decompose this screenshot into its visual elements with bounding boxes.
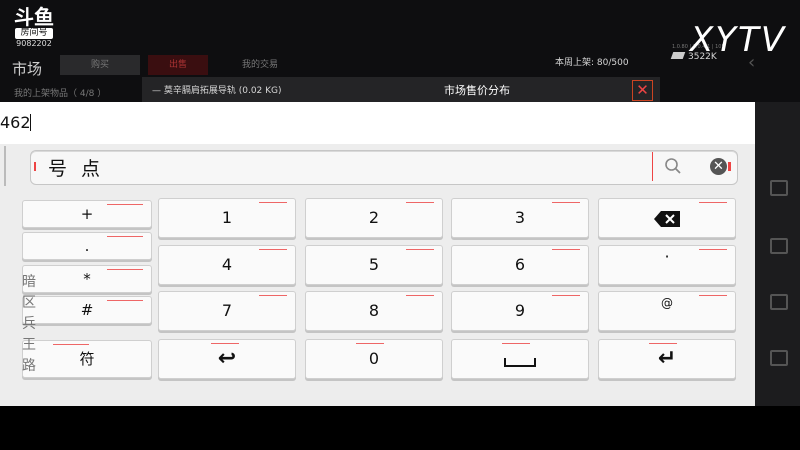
candidate-divider (652, 152, 653, 181)
backspace-icon (654, 210, 680, 227)
silver-icon (670, 52, 686, 59)
key-label: 1 (221, 208, 233, 227)
key-6[interactable]: 6 (451, 245, 589, 285)
listing-count-label: 我的上架物品（ 4/8 ） (14, 89, 107, 99)
key-2[interactable]: 2 (305, 198, 443, 238)
game-map-label: 暗区兵王路 (22, 274, 36, 374)
key-hash[interactable]: # (22, 296, 152, 324)
weekly-listing-label: 本周上架: (555, 58, 595, 68)
key-accent (107, 204, 143, 205)
wrench-icon (770, 238, 788, 254)
backspace-key[interactable] (598, 198, 736, 238)
key-label: @ (661, 296, 673, 310)
key-accent (53, 344, 89, 345)
clear-button[interactable]: ✕ (710, 158, 727, 175)
candidate-accent-left (34, 162, 36, 171)
keyboard-edge-decoration (4, 146, 14, 186)
key-label: · (664, 247, 670, 266)
key-1[interactable]: 1 (158, 198, 296, 238)
key-asterisk[interactable]: * (22, 265, 152, 293)
key-label: 9 (514, 301, 526, 320)
tab-buy[interactable]: 购买 (60, 55, 140, 75)
enter-key[interactable]: ↵ (598, 339, 736, 379)
text-input-value[interactable]: 462 (0, 113, 31, 132)
key-0[interactable]: 0 (305, 339, 443, 379)
modal-title: 市场售价分布 (444, 84, 510, 97)
key-label (452, 340, 588, 378)
key-label: 3 (514, 208, 526, 227)
platform-brand: 斗鱼 (14, 5, 54, 29)
key-label: * (83, 270, 91, 288)
text-caret (30, 114, 31, 131)
stream-logo: 斗鱼 房间号 9082202 (10, 6, 58, 58)
key-accent (107, 269, 143, 270)
modal-item-name: — 莫辛膈肩拓展导轨 (0.02 KG) (152, 86, 282, 96)
backpack-icon (770, 180, 788, 196)
room-tag: 房间号 (15, 28, 53, 39)
key-accent (107, 236, 143, 237)
key-label (599, 199, 735, 237)
key-7[interactable]: 7 (158, 291, 296, 331)
key-3[interactable]: 3 (451, 198, 589, 238)
key-accent (107, 300, 143, 301)
chevron-left-icon[interactable]: ‹ (748, 52, 755, 73)
space-bar-icon (504, 358, 536, 367)
key-label: 4 (221, 255, 233, 274)
key-symbols[interactable]: 符 (22, 340, 152, 378)
key-label: 7 (221, 301, 233, 320)
market-title: 市场 (12, 60, 43, 78)
candidate-accent-right (728, 162, 731, 171)
game-side-strip (755, 102, 800, 406)
key-label: 6 (514, 255, 526, 274)
key-label: ↵ (657, 346, 677, 371)
key-4[interactable]: 4 (158, 245, 296, 285)
key-label: ↩ (217, 346, 237, 371)
close-button[interactable]: ✕ (632, 80, 653, 101)
silver-value: 3522K (688, 52, 717, 62)
key-label: 2 (368, 208, 380, 227)
weekly-listing-value: 80/500 (596, 58, 629, 68)
space-key[interactable] (451, 339, 589, 379)
key-9[interactable]: 9 (451, 291, 589, 331)
key-8[interactable]: 8 (305, 291, 443, 331)
key-label: 0 (368, 349, 380, 368)
room-id: 9082202 (16, 39, 52, 48)
settings-icon (770, 294, 788, 310)
key-label: # (80, 301, 94, 319)
key-label: . (84, 237, 90, 255)
key-plus[interactable]: + (22, 200, 152, 228)
key-label: 符 (79, 350, 95, 368)
candidate-bar (30, 150, 738, 185)
key-back[interactable]: ↩ (158, 339, 296, 379)
key-label: + (80, 205, 94, 223)
text-input-bar[interactable] (0, 102, 800, 144)
key-label: 8 (368, 301, 380, 320)
key-at[interactable]: @ (598, 291, 736, 331)
bottom-letterbox (0, 406, 800, 450)
tab-sell[interactable]: 出售 (148, 55, 208, 75)
weekly-listing: 本周上架: 80/500 (555, 55, 629, 68)
key-middle-dot[interactable]: · (598, 245, 736, 285)
key-5[interactable]: 5 (305, 245, 443, 285)
candidate-text[interactable]: 号点 (48, 154, 114, 181)
silver-balance: 3522K (670, 52, 717, 62)
tab-my-trades[interactable]: 我的交易 (220, 55, 300, 75)
key-period[interactable]: . (22, 232, 152, 260)
shop-icon (770, 350, 788, 366)
key-label: 5 (368, 255, 380, 274)
search-icon[interactable] (664, 157, 682, 175)
